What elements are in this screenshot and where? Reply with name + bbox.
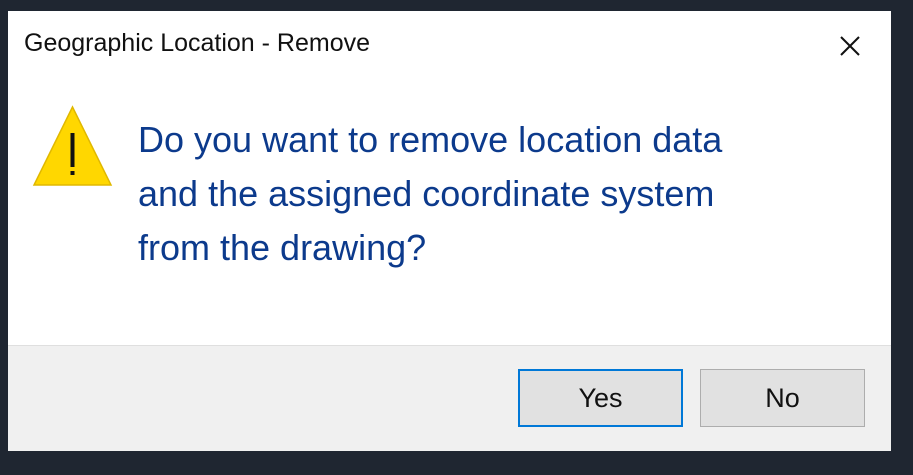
message-line: from the drawing? (138, 227, 427, 268)
close-button[interactable] (825, 23, 875, 69)
no-button[interactable]: No (700, 369, 865, 427)
message-line: and the assigned coordinate system (138, 173, 715, 214)
message-text: Do you want to remove location data and … (138, 113, 838, 275)
message-line: Do you want to remove location data (138, 119, 723, 160)
dialog-title: Geographic Location - Remove (24, 29, 371, 57)
dialog-window: Geographic Location - Remove Do you want… (8, 11, 891, 451)
close-icon (840, 36, 860, 56)
yes-button[interactable]: Yes (518, 369, 683, 427)
button-bar: Yes No (8, 345, 891, 451)
warning-icon (32, 105, 113, 186)
